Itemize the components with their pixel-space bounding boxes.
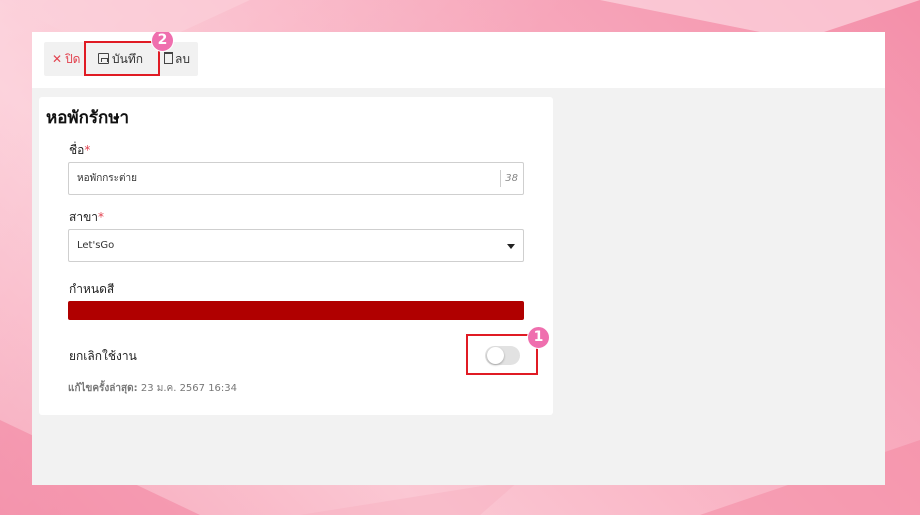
name-label-text: ชื่อ [69,143,85,157]
delete-label: ลบ [175,52,190,66]
branch-label-text: สาขา [69,210,99,224]
save-label: บันทึก [112,52,143,66]
last-edited-value: 23 ม.ค. 2567 16:34 [140,383,238,394]
branch-select[interactable]: Let'sGo [68,229,524,262]
form-card: หอพักรักษา ชื่อ* หอพักกระต่าย 38 สาขา* L… [39,97,553,415]
name-input[interactable]: หอพักกระต่าย 38 [68,162,524,195]
name-input-value: หอพักกระต่าย [77,173,138,184]
save-button[interactable]: บันทึก [98,42,143,76]
trash-icon [164,52,173,64]
name-label: ชื่อ* [69,141,90,160]
counter-divider [500,170,501,187]
chevron-down-icon [507,244,515,249]
character-counter: 38 [505,173,518,184]
last-edited-label: แก้ไขครั้งล่าสุด: [68,383,138,394]
color-picker[interactable] [68,301,524,320]
close-icon: ✕ [52,52,63,66]
toggle-knob [487,347,504,364]
toolbar-button-group: ✕ ปิด บันทึก ลบ [44,42,198,76]
close-button[interactable]: ✕ ปิด [52,42,80,76]
color-label: กำหนดสี [69,282,115,296]
required-mark: * [98,210,105,224]
close-label: ปิด [65,52,81,66]
disable-label: ยกเลิกใช้งาน [69,349,137,363]
last-edited-info: แก้ไขครั้งล่าสุด: 23 ม.ค. 2567 16:34 [68,381,237,396]
floppy-disk-icon [98,53,109,64]
app-window: ✕ ปิด บันทึก ลบ 2 หอพักรักษา ชื่อ* หอพักก… [32,32,885,485]
branch-select-value: Let'sGo [77,240,115,251]
disable-toggle[interactable] [485,346,520,365]
step-marker-1: 1 [527,326,550,349]
form-title: หอพักรักษา [46,108,130,128]
required-mark: * [84,143,91,157]
branch-label: สาขา* [69,208,104,227]
